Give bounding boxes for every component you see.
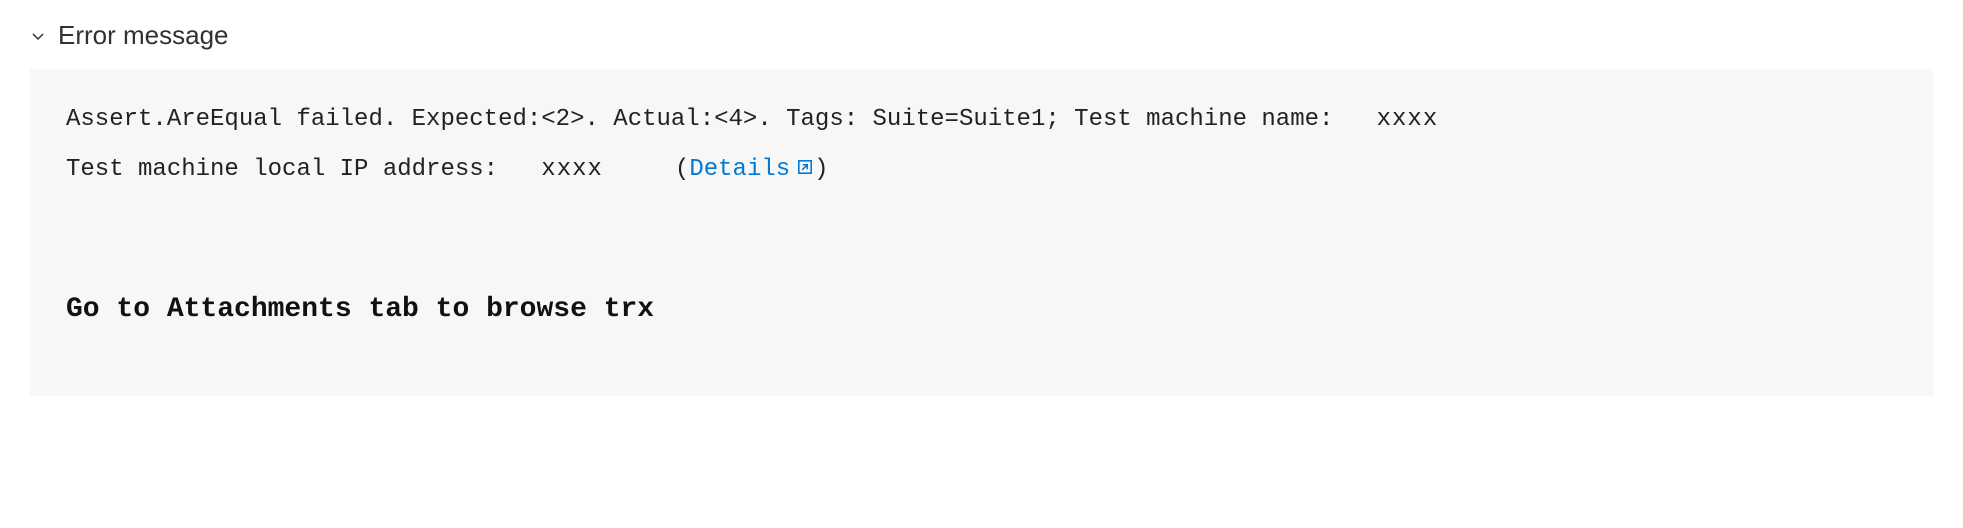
attachments-hint: Go to Attachments tab to browse trx <box>66 283 1897 336</box>
section-title: Error message <box>58 20 229 51</box>
details-link-label: Details <box>689 156 790 183</box>
error-line-1: Assert.AreEqual failed. Expected:<2>. Ac… <box>66 97 1897 143</box>
error-line-2: Test machine local IP address: xxxx (Det… <box>66 147 1897 194</box>
ip-label: Test machine local IP address: <box>66 156 512 183</box>
error-message-header[interactable]: Error message <box>30 20 1933 51</box>
paren-close: ) <box>814 156 828 183</box>
paren-open: ( <box>661 156 690 183</box>
ip-value: xxxx <box>541 156 603 183</box>
details-link[interactable]: Details <box>689 156 814 183</box>
external-link-icon <box>796 148 814 194</box>
machine-name-value: xxxx <box>1377 106 1439 133</box>
chevron-down-icon <box>30 28 46 44</box>
assert-text: Assert.AreEqual failed. Expected:<2>. Ac… <box>66 106 1348 133</box>
error-message-box: Assert.AreEqual failed. Expected:<2>. Ac… <box>30 69 1933 396</box>
